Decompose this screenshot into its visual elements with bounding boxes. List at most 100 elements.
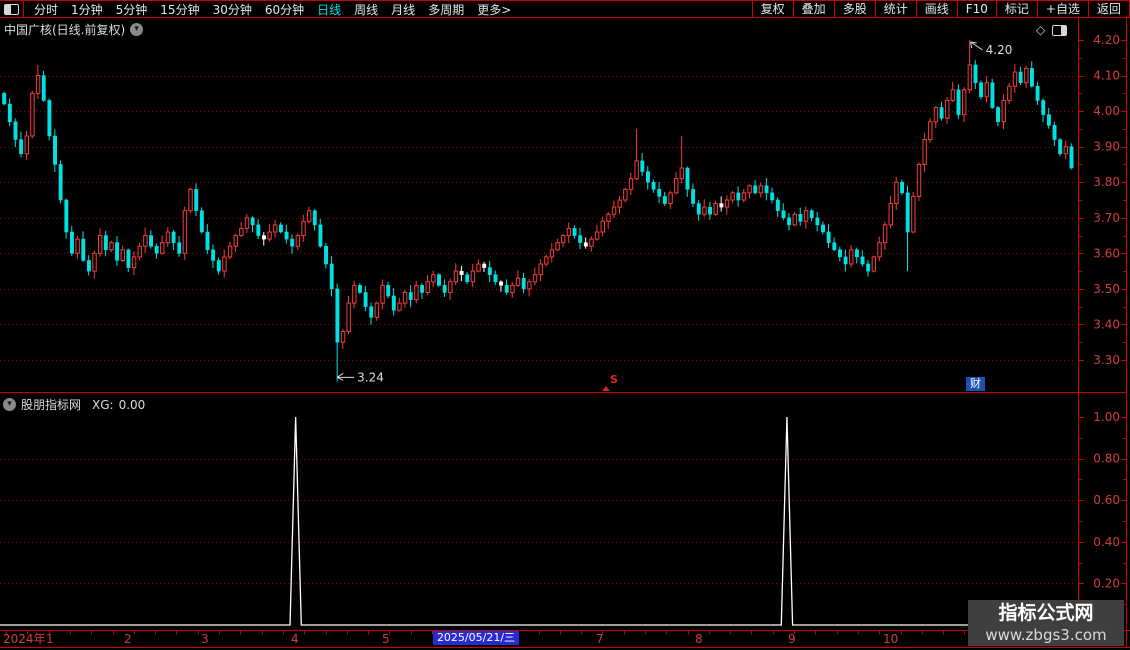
candle-body-down <box>420 285 425 293</box>
toolbar-button-6[interactable]: F10 <box>956 1 996 17</box>
svg-text:4.20: 4.20 <box>986 43 1013 57</box>
candle-body-up <box>950 89 956 101</box>
candle-body-up <box>301 220 306 237</box>
chevron-down-icon[interactable]: ▾ <box>130 23 144 36</box>
candle-body-down <box>41 75 46 101</box>
toolbar-button-5[interactable]: 画线 <box>915 1 957 17</box>
candle-body-down <box>312 210 317 226</box>
candle-body-down <box>363 292 368 307</box>
stock-chart-canvas[interactable]: 4.20 4.10 4.00 3.90 3.80 3.70 3.60 3.50 3.40 3.30… <box>0 0 1130 650</box>
diamond-icon[interactable]: ◇ <box>1036 23 1045 37</box>
candle-body-down <box>358 285 362 293</box>
svg-text:3.90: 3.90 <box>1093 140 1120 154</box>
toolbar-button-3[interactable]: 多股 <box>833 1 875 17</box>
dividend-event-marker[interactable]: S <box>602 373 618 391</box>
candle-body-down <box>408 292 413 300</box>
period-tab-10[interactable]: 多周期 <box>428 1 464 18</box>
candle-body-up <box>623 188 628 201</box>
svg-text:4.00: 4.00 <box>1093 104 1120 118</box>
candle-body-down <box>86 260 91 272</box>
candle-body-up <box>448 281 453 293</box>
candle-body-up <box>1063 146 1069 155</box>
toolbar-button-4[interactable]: 统计 <box>874 1 916 17</box>
period-tab-3[interactable]: 5分钟 <box>116 1 148 18</box>
candle-body-up <box>1007 85 1012 101</box>
candle-body-flat <box>482 263 487 268</box>
candle-body-down <box>1035 85 1040 101</box>
candle-body-down <box>199 210 204 233</box>
indicator-y-axis: 1.00 0.80 0.60 0.40 0.20 <box>1078 410 1127 605</box>
candle-body-up <box>346 302 351 333</box>
candle-body-flat <box>719 203 724 208</box>
candle-body-up <box>1012 71 1018 87</box>
period-tab-2[interactable]: 1分钟 <box>71 1 103 18</box>
svg-text:3.70: 3.70 <box>1093 211 1120 225</box>
period-tab-8[interactable]: 周线 <box>354 1 378 18</box>
candle-body-down <box>775 199 780 211</box>
svg-text:3.24: 3.24 <box>357 370 384 384</box>
period-tab-4[interactable]: 15分钟 <box>160 1 199 18</box>
chevron-down-icon[interactable]: ▾ <box>3 398 16 411</box>
candle-body-down <box>1030 68 1034 87</box>
period-tab-5[interactable]: 30分钟 <box>213 1 252 18</box>
candle-body-up <box>160 242 165 254</box>
toolbar-button-7[interactable]: 标记 <box>995 1 1037 17</box>
period-tab-7[interactable]: 日线 <box>317 1 341 18</box>
toolbar-button-1[interactable]: 复权 <box>751 1 793 17</box>
candle-body-up <box>306 210 312 222</box>
financial-report-marker[interactable]: 财 <box>966 377 985 391</box>
candle-body-up <box>589 238 594 247</box>
candle-body-up <box>916 163 922 197</box>
candle-body-up <box>967 64 973 91</box>
layout-split-left-icon[interactable] <box>4 3 19 15</box>
candle-body-down <box>696 203 701 215</box>
toolbar-button-2[interactable]: 叠加 <box>792 1 834 17</box>
toolbar-button-8[interactable]: +自选 <box>1036 1 1088 17</box>
candle-body-down <box>13 121 18 140</box>
chart-title-row: 中国广核(日线.前复权) ▾ <box>4 21 144 38</box>
candle-body-down <box>81 238 86 261</box>
candle-body-up <box>555 242 560 251</box>
period-tab-1[interactable]: 分时 <box>34 1 58 18</box>
toolbar-button-9[interactable]: 返回 <box>1087 1 1130 17</box>
candle-body-up <box>244 217 250 229</box>
watermark-title: 指标公式网 <box>998 602 1094 624</box>
svg-text:0.60: 0.60 <box>1093 493 1120 507</box>
candle-body-up <box>741 192 747 201</box>
candle-body-up <box>544 256 549 265</box>
candle-body-down <box>278 224 283 233</box>
candle-body-up <box>566 227 572 237</box>
candle-body-down <box>1052 125 1057 140</box>
candle-body-up <box>713 203 718 215</box>
candle-body-up <box>894 181 899 205</box>
svg-text:1.00: 1.00 <box>1093 410 1120 424</box>
candle-body-up <box>397 302 402 311</box>
candle-body-down <box>369 306 374 318</box>
indicator-name: 股朋指标网 <box>21 398 82 412</box>
candle-body-down <box>70 231 74 254</box>
candle-body-down <box>753 185 758 194</box>
candle-body-up <box>877 242 882 258</box>
candle-body-down <box>194 189 199 211</box>
candle-body-down <box>318 224 323 247</box>
candle-body-down <box>685 167 690 190</box>
candle-body-down <box>708 206 713 215</box>
period-tab-11[interactable]: 更多> <box>477 1 511 18</box>
selected-date-label: 2025/05/21/三 <box>433 631 519 645</box>
layout-split-right-icon[interactable] <box>1052 24 1068 36</box>
candle-body-down <box>115 242 120 261</box>
svg-text:2: 2 <box>124 632 132 646</box>
period-tab-6[interactable]: 60分钟 <box>265 1 304 18</box>
candle-body-up <box>295 235 301 247</box>
candle-body-down <box>329 263 334 290</box>
watermark: 指标公式网 www.zbgs3.com <box>968 600 1124 646</box>
indicator-panel-header: ▾ 股朋指标网 XG: 0.00 <box>3 396 145 413</box>
candle-body-up <box>75 238 80 254</box>
candle-body-down <box>996 107 1001 123</box>
period-tab-9[interactable]: 月线 <box>391 1 415 18</box>
candle-body-up <box>561 235 566 244</box>
candle-body-up <box>911 195 916 233</box>
candle-body-down <box>521 277 526 290</box>
candle-body-down <box>781 210 786 219</box>
candle-body-down <box>504 285 509 293</box>
